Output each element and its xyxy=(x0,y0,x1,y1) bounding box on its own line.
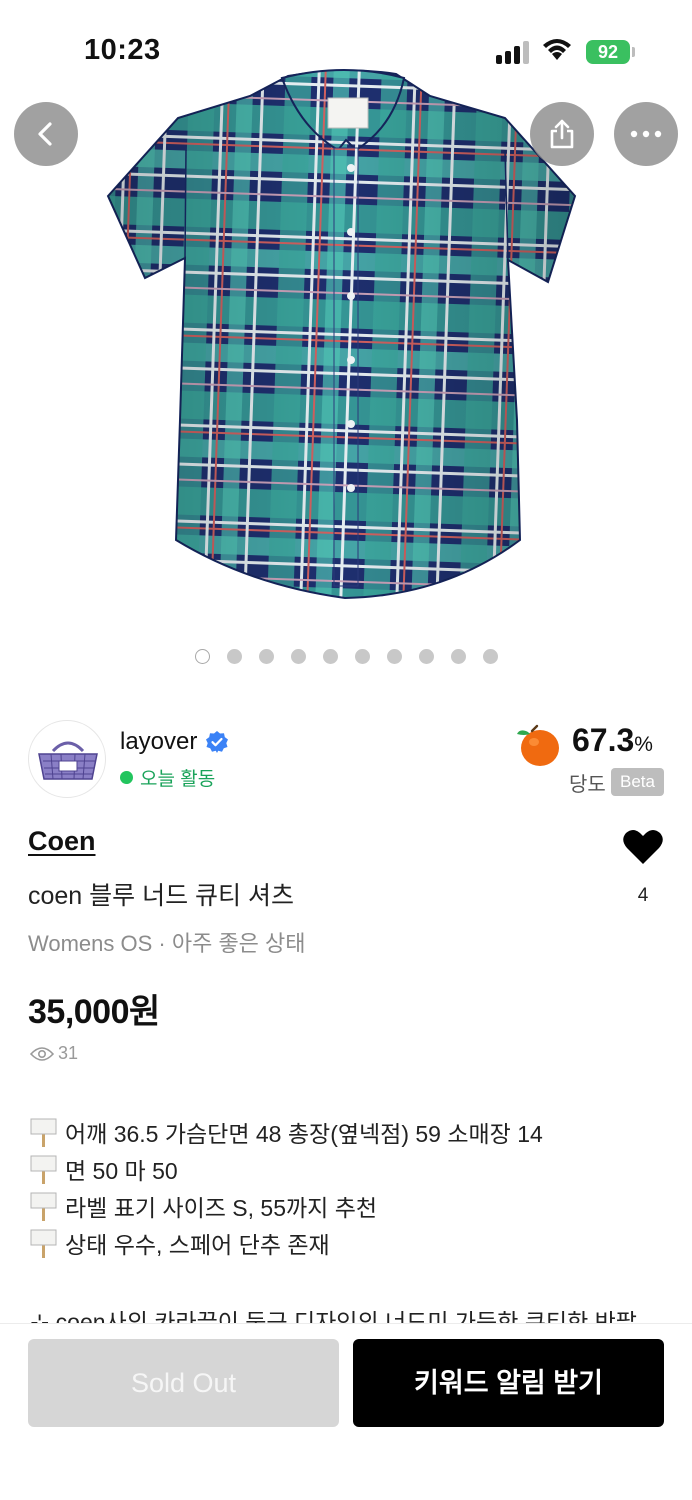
sold-out-button[interactable]: Sold Out xyxy=(28,1339,339,1427)
status-time: 10:23 xyxy=(84,34,161,66)
sweetness-label: 당도 xyxy=(569,774,606,796)
pagination-dot[interactable] xyxy=(226,649,242,664)
pagination-dot[interactable] xyxy=(418,649,434,664)
back-button[interactable] xyxy=(14,102,78,166)
heart-like-button[interactable] xyxy=(622,828,664,866)
product-description: 어깨 36.5 가슴단면 48 총장(옆넥점) 59 소매장 14 면 50 마… xyxy=(30,1113,543,1261)
cellular-signal-icon xyxy=(496,40,532,64)
pagination-dot[interactable] xyxy=(354,649,370,664)
description-line: 어깨 36.5 가슴단면 48 총장(옆넥점) 59 소매장 14 xyxy=(30,1113,543,1150)
more-options-button[interactable] xyxy=(614,102,678,166)
verified-badge-icon xyxy=(206,731,229,753)
signpost-icon xyxy=(30,1118,57,1147)
seller-avatar[interactable] xyxy=(28,720,106,798)
seller-activity-text: 오늘 활동 xyxy=(140,769,216,790)
battery-indicator: 92 xyxy=(586,40,630,64)
pagination-dot[interactable] xyxy=(322,649,338,664)
description-continued: ⊹ coen사의 카라끝이 둥근 디자인의 너드미 가득한 큐티한 반팔 xyxy=(30,1309,637,1325)
description-line: 상태 우수, 스페어 단추 존재 xyxy=(30,1224,543,1261)
share-button[interactable] xyxy=(530,102,594,166)
like-count: 4 xyxy=(637,885,649,906)
pagination-dot[interactable] xyxy=(290,649,306,664)
chevron-left-icon xyxy=(38,122,52,146)
product-title: coen 블루 너드 큐티 셔츠 xyxy=(28,882,294,910)
signpost-icon xyxy=(30,1192,57,1221)
product-price: 35,000원 xyxy=(28,993,160,1031)
description-line: 라벨 표기 사이즈 S, 55까지 추천 xyxy=(30,1187,543,1224)
pagination-dot[interactable] xyxy=(258,649,274,664)
seller-activity: 오늘 활동 xyxy=(120,764,215,791)
more-dots-icon xyxy=(630,130,662,138)
signpost-icon xyxy=(30,1229,57,1258)
image-pagination xyxy=(0,649,692,664)
wifi-icon xyxy=(543,39,571,60)
view-count-text: 31 xyxy=(58,1043,79,1063)
pagination-dot[interactable] xyxy=(194,649,210,664)
sweetness-score: 67.3% xyxy=(572,722,653,758)
persimmon-icon xyxy=(517,724,559,766)
keyword-alert-button[interactable]: 키워드 알림 받기 xyxy=(353,1339,664,1427)
pagination-dot[interactable] xyxy=(482,649,498,664)
status-bar: 10:23 92 xyxy=(0,0,692,100)
beta-badge: Beta xyxy=(611,768,664,796)
seller-name[interactable]: layover xyxy=(120,728,229,756)
description-line: 면 50 마 50 xyxy=(30,1150,543,1187)
online-dot-icon xyxy=(120,771,133,784)
eye-icon xyxy=(30,1046,54,1061)
seller-name-text: layover xyxy=(120,728,198,755)
battery-cap xyxy=(632,47,635,57)
pagination-dot[interactable] xyxy=(450,649,466,664)
pagination-dot[interactable] xyxy=(386,649,402,664)
brand-link[interactable]: Coen xyxy=(28,826,96,857)
basket-icon xyxy=(38,741,98,780)
bottom-action-bar: Sold Out 키워드 알림 받기 xyxy=(0,1323,692,1500)
signpost-icon xyxy=(30,1155,57,1184)
product-meta: Womens OS · 아주 좋은 상태 xyxy=(28,931,306,956)
view-count: 31 xyxy=(30,1043,78,1064)
share-icon xyxy=(550,119,574,149)
